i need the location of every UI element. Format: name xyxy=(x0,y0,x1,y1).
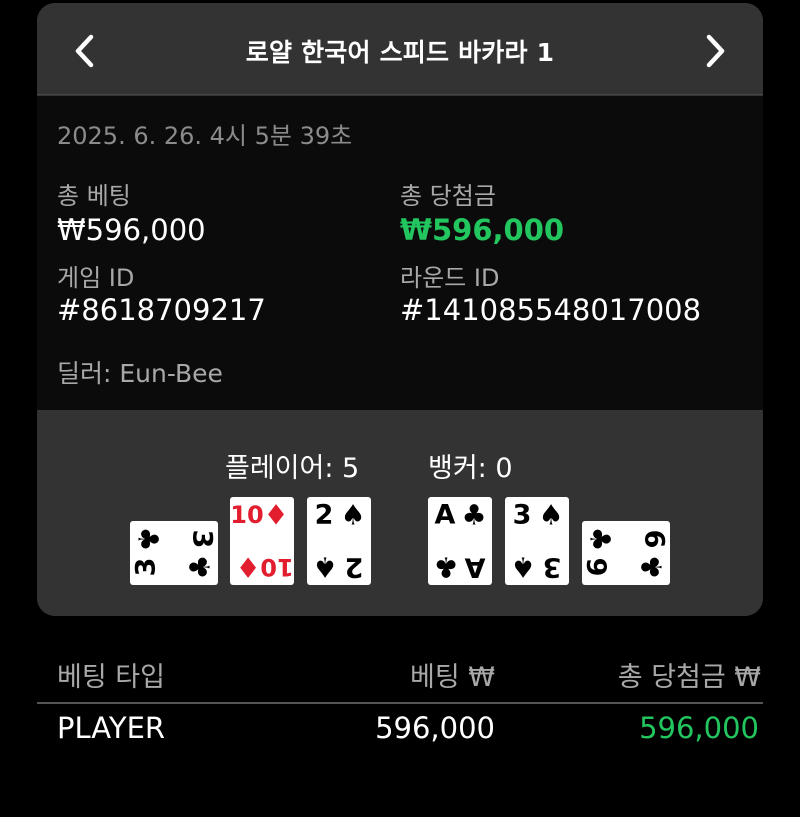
svg-text:♠: ♠ xyxy=(538,499,563,532)
banker-card-1: A ♣ A ♣ xyxy=(428,497,492,585)
col-header-total-win: 총 당첨금 ₩ xyxy=(617,662,761,693)
svg-text:♠: ♠ xyxy=(340,499,365,532)
player-score: 플레이어: 5 xyxy=(225,453,360,484)
card-table: 플레이어: 5 뱅커: 0 ♣ 3 3 ♣ 10 ♦ 10 ♦ 2 ♠ 2 ♠ A ♣ A ♣ 3 ♠ 3 ♠ ♣ 6 6 ♣ xyxy=(37,410,763,616)
card-face: A ♣A♣ xyxy=(433,499,486,584)
banker-card-3: ♣ 6 6 ♣ xyxy=(582,521,670,585)
bet-amount-cell: 596,000 xyxy=(375,711,495,745)
timestamp: 2025. 6. 26. 4시 5분 39초 xyxy=(57,122,353,150)
svg-text:♣: ♣ xyxy=(461,499,486,532)
player-card-1: ♣ 3 3 ♣ xyxy=(130,521,218,585)
table-divider xyxy=(37,702,763,704)
next-round-button[interactable] xyxy=(695,31,735,71)
round-id-value: #141085548017008 xyxy=(400,293,702,327)
svg-text:3: 3 xyxy=(131,558,162,577)
card-face: 2 ♠2♠ xyxy=(312,499,365,584)
svg-text:10: 10 xyxy=(230,501,263,529)
panel-header: 로얄 한국어 스피드 바카라 1 xyxy=(37,3,763,95)
game-id-value: #8618709217 xyxy=(57,293,266,327)
bet-type-cell: PLAYER xyxy=(57,711,166,745)
card-face: ♣ 6 6 ♣ xyxy=(583,526,670,579)
total-bet-label: 총 베팅 xyxy=(57,182,131,210)
svg-text:2: 2 xyxy=(315,500,334,531)
card-face: 3 ♠3♠ xyxy=(510,499,563,584)
round-detail-panel: 로얄 한국어 스피드 바카라 1 2025. 6. 26. 4시 5분 39초 … xyxy=(37,3,763,616)
chevron-right-icon xyxy=(706,34,725,68)
svg-text:♣: ♣ xyxy=(636,554,669,579)
svg-text:♠: ♠ xyxy=(312,551,337,584)
page-title: 로얄 한국어 스피드 바카라 1 xyxy=(245,38,555,67)
game-id-label: 게임 ID xyxy=(57,264,135,292)
col-header-bet-type: 베팅 타입 xyxy=(57,662,165,693)
svg-text:♦: ♦ xyxy=(263,499,288,532)
svg-text:A: A xyxy=(435,500,456,531)
player-card-2: 10 ♦ 10 ♦ xyxy=(230,497,294,585)
banker-score: 뱅커: 0 xyxy=(428,453,513,484)
total-win-value: ₩596,000 xyxy=(400,213,565,247)
svg-text:♦: ♦ xyxy=(235,551,260,584)
win-amount-cell: 596,000 xyxy=(639,711,759,745)
svg-text:3: 3 xyxy=(187,530,218,549)
total-win-label: 총 당첨금 xyxy=(400,182,496,210)
player-card-3: 2 ♠ 2 ♠ xyxy=(307,497,371,585)
svg-text:6: 6 xyxy=(639,530,670,549)
svg-text:♣: ♣ xyxy=(584,526,617,551)
round-id-label: 라운드 ID xyxy=(400,264,500,292)
dealer-name: 딜러: Eun-Bee xyxy=(57,359,223,388)
card-face: ♣ 3 3 ♣ xyxy=(131,526,218,579)
svg-text:♣: ♣ xyxy=(433,551,458,584)
card-face: 10 ♦10♦ xyxy=(230,499,293,584)
svg-text:6: 6 xyxy=(583,558,614,577)
svg-text:2: 2 xyxy=(345,552,364,583)
svg-text:3: 3 xyxy=(513,500,532,531)
svg-text:A: A xyxy=(464,552,485,583)
banker-card-2: 3 ♠ 3 ♠ xyxy=(505,497,569,585)
round-info: 2025. 6. 26. 4시 5분 39초 총 베팅 ₩596,000 총 당… xyxy=(37,96,763,410)
total-bet-value: ₩596,000 xyxy=(57,213,206,247)
svg-text:♠: ♠ xyxy=(510,551,535,584)
svg-text:3: 3 xyxy=(543,552,562,583)
svg-text:♣: ♣ xyxy=(184,554,217,579)
col-header-bet: 베팅 ₩ xyxy=(410,662,495,693)
svg-text:♣: ♣ xyxy=(132,526,165,551)
svg-text:10: 10 xyxy=(260,553,293,581)
